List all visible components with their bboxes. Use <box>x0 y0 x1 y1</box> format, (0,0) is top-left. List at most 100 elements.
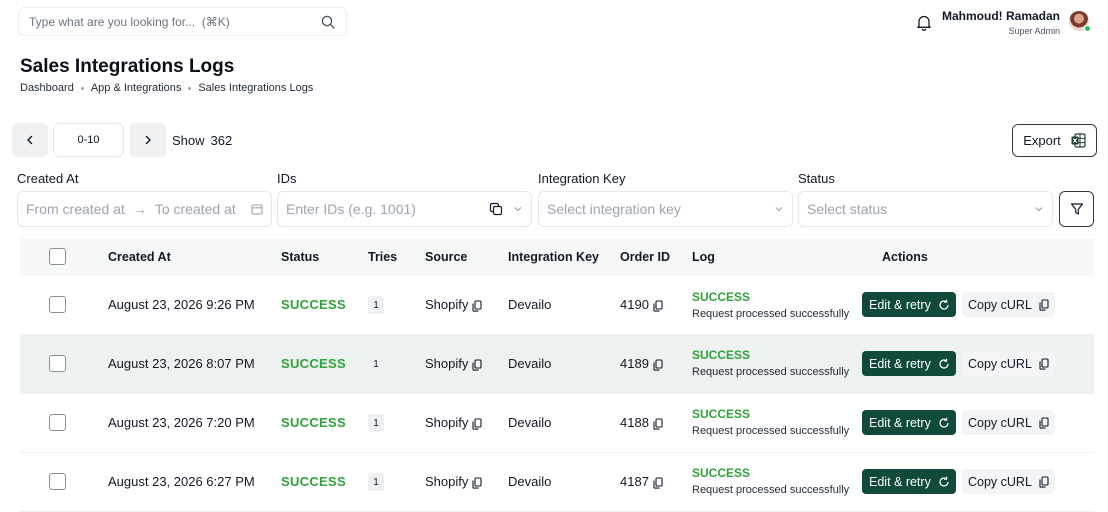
edit-retry-button[interactable]: Edit & retry <box>862 351 956 376</box>
row-integration-key: Devailo <box>508 297 552 312</box>
row-created-at: August 23, 2026 9:26 PM <box>108 297 255 312</box>
integration-key-select[interactable]: Select integration key <box>538 191 793 227</box>
edit-retry-label: Edit & retry <box>869 415 931 430</box>
export-button[interactable]: Export <box>1012 124 1097 157</box>
filter-label-status: Status <box>798 171 835 186</box>
edit-retry-button[interactable]: Edit & retry <box>862 292 956 317</box>
export-label: Export <box>1023 133 1061 148</box>
page-range[interactable]: 0-10 <box>53 123 124 157</box>
chevron-left-icon <box>27 135 33 145</box>
row-created-at: August 23, 2026 6:27 PM <box>108 474 255 489</box>
row-source-text: Shopify <box>425 415 469 430</box>
calendar-icon[interactable] <box>251 203 263 215</box>
chevron-down-icon[interactable] <box>513 204 523 214</box>
row-checkbox[interactable] <box>49 296 66 313</box>
page-title: Sales Integrations Logs <box>20 56 235 77</box>
user-role: Super Admin <box>1008 26 1060 36</box>
copy-curl-button[interactable]: Copy cURL <box>962 292 1055 317</box>
edit-retry-button[interactable]: Edit & retry <box>862 410 956 435</box>
copy-icon[interactable] <box>472 300 482 312</box>
paste-icon[interactable] <box>489 202 503 216</box>
online-indicator <box>1084 25 1091 32</box>
excel-icon <box>1071 133 1086 148</box>
row-checkbox[interactable] <box>49 355 66 372</box>
copy-icon[interactable] <box>653 300 663 312</box>
row-source: Shopify <box>425 297 482 312</box>
breadcrumb-separator <box>80 86 84 90</box>
col-integration-key[interactable]: Integration Key <box>508 250 599 264</box>
row-source-text: Shopify <box>425 297 469 312</box>
to-created-at-input[interactable]: To created at <box>155 201 251 217</box>
retry-icon <box>939 476 949 487</box>
row-log-status: SUCCESS <box>692 407 751 421</box>
breadcrumb-dashboard[interactable]: Dashboard <box>20 82 74 94</box>
status-placeholder: Select status <box>807 201 888 217</box>
copy-icon[interactable] <box>472 477 482 489</box>
breadcrumb-app-integrations[interactable]: App & Integrations <box>91 82 182 94</box>
row-order-id: 4190 <box>620 297 663 312</box>
row-status: SUCCESS <box>281 356 346 371</box>
col-status[interactable]: Status <box>281 250 319 264</box>
row-integration-key: Devailo <box>508 415 552 430</box>
copy-curl-label: Copy cURL <box>968 474 1032 489</box>
next-page-button[interactable] <box>130 123 166 157</box>
col-actions: Actions <box>882 250 928 264</box>
global-search[interactable] <box>18 7 347 36</box>
row-tries-badge: 1 <box>368 355 384 373</box>
copy-icon[interactable] <box>472 359 482 371</box>
row-source-text: Shopify <box>425 356 469 371</box>
row-created-at: August 23, 2026 8:07 PM <box>108 356 255 371</box>
col-source[interactable]: Source <box>425 250 467 264</box>
row-log-message: Request processed successfully <box>692 425 850 437</box>
copy-icon[interactable] <box>653 477 663 489</box>
search-icon[interactable] <box>320 14 336 30</box>
copy-curl-button[interactable]: Copy cURL <box>962 410 1055 435</box>
row-source: Shopify <box>425 356 482 371</box>
total-count: 362 <box>210 133 233 148</box>
col-order-id[interactable]: Order ID <box>620 250 670 264</box>
copy-icon[interactable] <box>653 418 663 430</box>
retry-icon <box>939 358 949 369</box>
prev-page-button[interactable] <box>12 123 48 157</box>
row-log-message: Request processed successfully <box>692 366 850 378</box>
filter-label-ids: IDs <box>277 171 297 186</box>
col-log[interactable]: Log <box>692 250 715 264</box>
row-integration-key: Devailo <box>508 474 552 489</box>
user-info[interactable]: Mahmoud! Ramadan Super Admin <box>942 9 1060 36</box>
edit-retry-button[interactable]: Edit & retry <box>862 469 956 494</box>
chevron-down-icon <box>775 207 783 212</box>
filter-button[interactable] <box>1059 191 1094 227</box>
row-order-id-text: 4188 <box>620 415 649 430</box>
created-at-range-picker[interactable]: From created at → To created at <box>17 191 272 227</box>
row-source: Shopify <box>425 474 482 489</box>
row-checkbox[interactable] <box>49 414 66 431</box>
breadcrumb: Dashboard App & Integrations Sales Integ… <box>20 82 313 94</box>
copy-icon[interactable] <box>653 359 663 371</box>
row-order-id-text: 4189 <box>620 356 649 371</box>
row-status: SUCCESS <box>281 297 346 312</box>
row-source: Shopify <box>425 415 482 430</box>
ids-input[interactable]: Enter IDs (e.g. 1001) <box>277 191 532 227</box>
status-select[interactable]: Select status <box>798 191 1053 227</box>
row-checkbox[interactable] <box>49 473 66 490</box>
breadcrumb-current: Sales Integrations Logs <box>198 82 314 94</box>
from-created-at-input[interactable]: From created at <box>26 201 125 217</box>
ids-placeholder: Enter IDs (e.g. 1001) <box>286 201 416 217</box>
search-input[interactable] <box>29 14 320 29</box>
row-log-status: SUCCESS <box>692 290 751 304</box>
copy-curl-button[interactable]: Copy cURL <box>962 469 1055 494</box>
copy-icon <box>1039 357 1049 370</box>
row-status: SUCCESS <box>281 415 346 430</box>
col-created-at[interactable]: Created At <box>108 250 171 264</box>
chevron-down-icon <box>1035 207 1043 212</box>
bell-icon[interactable] <box>914 12 934 32</box>
avatar[interactable] <box>1069 11 1091 32</box>
copy-curl-button[interactable]: Copy cURL <box>962 351 1055 376</box>
select-all-checkbox[interactable] <box>49 248 66 265</box>
filter-label-created-at: Created At <box>17 171 79 186</box>
row-created-at: August 23, 2026 7:20 PM <box>108 415 255 430</box>
col-tries[interactable]: Tries <box>368 250 397 264</box>
row-tries-badge: 1 <box>368 473 384 491</box>
row-order-id-text: 4187 <box>620 474 649 489</box>
copy-icon[interactable] <box>472 418 482 430</box>
